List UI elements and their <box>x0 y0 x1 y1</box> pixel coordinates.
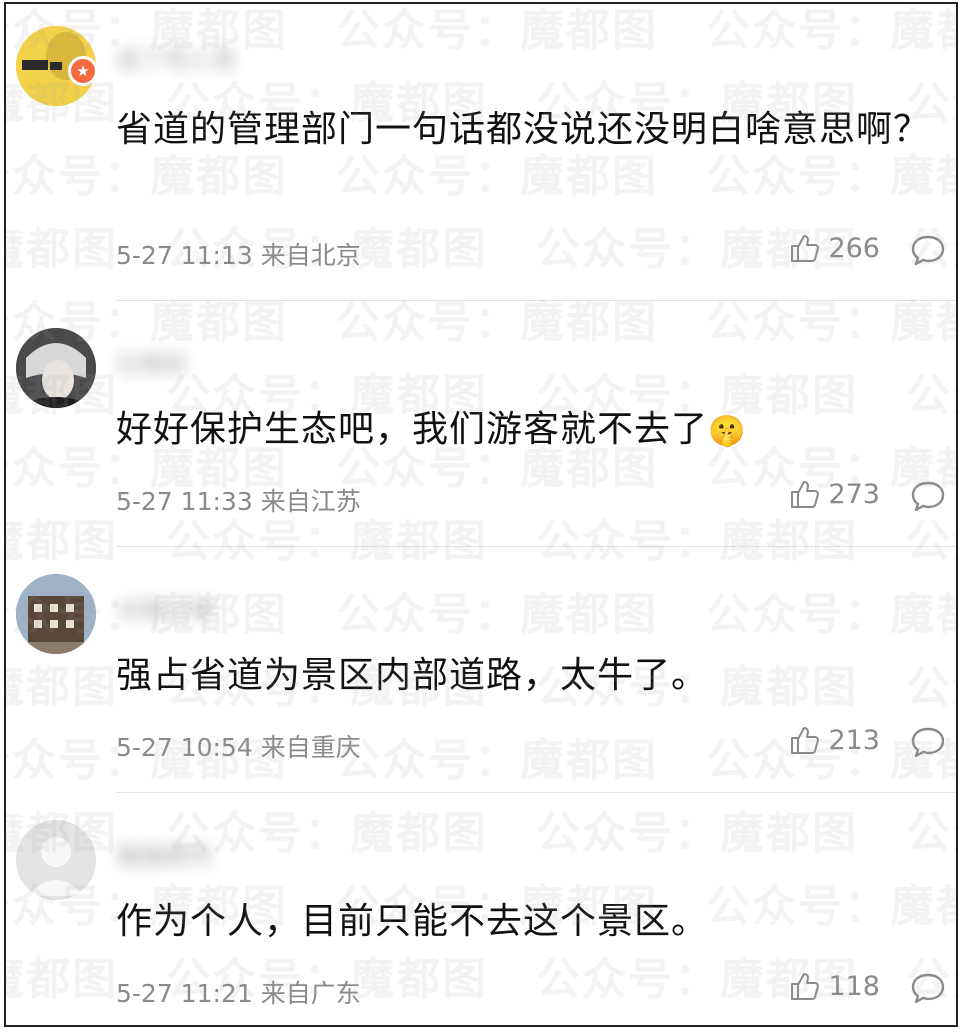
watermark-text: 公众号：魔都图 <box>706 589 956 640</box>
watermark-text: 公众号：魔都图 <box>906 516 956 567</box>
avatar[interactable] <box>16 328 96 408</box>
comment-body: 作为个人，目前只能不去这个景区。 <box>116 901 709 942</box>
watermark-text: 公众号：魔都图 <box>336 589 658 640</box>
like-button[interactable]: 118 <box>788 970 880 1002</box>
comment-meta: 5-27 11:13 来自北京 <box>116 236 361 272</box>
watermark-text: 公众号：魔都图 <box>536 516 858 567</box>
username[interactable]: 戒了吧人类 <box>116 40 266 74</box>
watermark-text: 公众号：魔都图 <box>6 954 118 1005</box>
divider <box>116 546 956 547</box>
comment-body: 强占省道为景区内部道路，太牛了。 <box>116 655 709 696</box>
comment-text: 好好保护生态吧，我们游客就不去了🤫 <box>116 404 936 458</box>
thumbs-up-icon <box>788 478 820 510</box>
thumbs-up-icon <box>788 970 820 1002</box>
watermark-text: 公众号：魔都图 <box>706 1016 956 1025</box>
comment-text: 省道的管理部门一句话都没说还没明白啥意思啊？ <box>116 104 936 156</box>
comment-location: 来自广东 <box>260 979 361 1008</box>
like-button[interactable]: 266 <box>788 232 880 264</box>
username[interactable]: 猫猫鼎鸡 <box>116 836 266 870</box>
watermark-text: 公众号：魔都图 <box>6 662 118 713</box>
like-count: 266 <box>828 232 880 264</box>
avatar[interactable] <box>16 820 96 900</box>
comment-location: 来自江苏 <box>260 487 361 516</box>
watermark-text: 公众号：魔都图 <box>336 1016 658 1025</box>
comment-meta: 5-27 10:54 来自重庆 <box>116 728 361 764</box>
watermark-text: 公众号：魔都图 <box>6 224 118 275</box>
comment-bubble-icon[interactable] <box>910 234 946 268</box>
comment-meta: 5-27 11:33 来自江苏 <box>116 482 361 518</box>
comment-list-frame: ★ 戒了吧人类 省道的管理部门一句话都没说还没明白啥意思啊？ 5-27 11:1… <box>4 2 958 1027</box>
comment-time: 5-27 10:54 <box>116 733 253 762</box>
verified-star-icon: ★ <box>68 56 98 86</box>
comment-text: 作为个人，目前只能不去这个景区。 <box>116 896 936 948</box>
watermark-text: 公众号：魔都图 <box>706 297 956 348</box>
comment-location: 来自重庆 <box>260 733 361 762</box>
like-button[interactable]: 273 <box>788 478 880 510</box>
watermark-text: 公众号：魔都图 <box>336 297 658 348</box>
like-count: 118 <box>828 970 880 1002</box>
like-count: 273 <box>828 478 880 510</box>
avatar[interactable] <box>16 574 96 654</box>
watermark-text: 公众号：魔都图 <box>336 735 658 786</box>
comment-body: 好好保护生态吧，我们游客就不去了 <box>116 409 709 450</box>
watermark-text: 公众号：魔都图 <box>536 808 858 859</box>
divider <box>116 792 956 793</box>
watermark-text: 公众号：魔都图 <box>6 1016 288 1025</box>
comment-body: 省道的管理部门一句话都没说还没明白啥意思啊？ <box>116 109 931 150</box>
comment-meta: 5-27 11:21 来自广东 <box>116 974 361 1010</box>
comment-text: 强占省道为景区内部道路，太牛了。 <box>116 650 936 702</box>
like-count: 213 <box>828 724 880 756</box>
thumbs-up-icon <box>788 724 820 756</box>
username[interactable]: 冰瓶江骑 <box>116 590 266 624</box>
comment-time: 5-27 11:13 <box>116 241 253 270</box>
watermark-text: 公众号：魔都图 <box>706 5 956 56</box>
comment-time: 5-27 11:21 <box>116 979 253 1008</box>
comment-location: 来自北京 <box>260 241 361 270</box>
like-button[interactable]: 213 <box>788 724 880 756</box>
thumbs-up-icon <box>788 232 820 264</box>
shush-emoji: 🤫 <box>708 414 747 449</box>
watermark-text: 公众号：魔都图 <box>6 516 118 567</box>
username[interactable]: 位梅妖 <box>116 344 266 378</box>
comment-bubble-icon[interactable] <box>910 726 946 760</box>
watermark-text: 公众号：魔都图 <box>336 5 658 56</box>
comment-time: 5-27 11:33 <box>116 487 253 516</box>
divider <box>116 300 956 301</box>
comment-bubble-icon[interactable] <box>910 480 946 514</box>
comment-bubble-icon[interactable] <box>910 972 946 1006</box>
watermark-text: 公众号：魔都图 <box>906 808 956 859</box>
